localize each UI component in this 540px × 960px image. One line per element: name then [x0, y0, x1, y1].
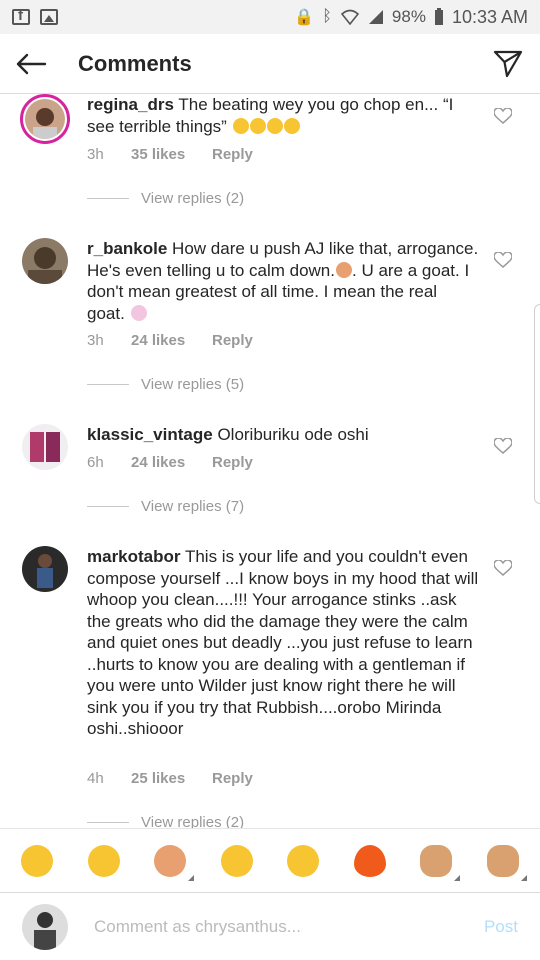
like-heart-icon[interactable]	[494, 438, 512, 454]
unicorn-emoji	[130, 304, 147, 321]
view-replies-button[interactable]: View replies (2)	[87, 190, 244, 207]
avatar-image	[22, 903, 68, 950]
comment-time: 3h	[87, 332, 104, 349]
rofl-emoji-button[interactable]	[17, 841, 57, 881]
comment-likes[interactable]: 25 likes	[131, 770, 212, 787]
reply-button[interactable]: Reply	[212, 454, 253, 471]
joy-emoji	[249, 117, 266, 134]
grinning-sweat-emoji	[232, 117, 249, 134]
comment-meta: 6h 24 likes Reply	[87, 454, 253, 471]
view-replies-label: View replies (2)	[141, 814, 245, 828]
pointing-hand-emoji-button[interactable]	[416, 841, 461, 881]
comment-username[interactable]: klassic_vintage	[87, 425, 213, 444]
view-replies-label: View replies (2)	[141, 190, 245, 207]
avatar-image	[22, 238, 68, 284]
back-arrow-icon	[16, 53, 47, 74]
bluetooth-icon: ᛒ	[322, 8, 332, 25]
battery-icon	[434, 8, 443, 25]
person-raising-hands-emoji	[154, 844, 187, 877]
view-replies-label: View replies (7)	[141, 498, 245, 515]
battery-level: 98%	[391, 7, 426, 26]
comment-meta: 3h 35 likes Reply	[87, 146, 253, 163]
woman-gesturing-emoji	[336, 261, 352, 278]
eye-roll-emoji-button[interactable]	[283, 841, 323, 881]
divider	[87, 384, 129, 385]
fire-emoji	[353, 844, 386, 877]
comment-time: 6h	[87, 454, 104, 471]
joy-emoji	[283, 117, 300, 134]
comment-composer: Post	[0, 892, 540, 960]
ok-hand-emoji-button[interactable]	[483, 841, 527, 881]
wifi-icon	[340, 9, 360, 25]
signal-icon	[368, 10, 383, 24]
page-title: Comments	[78, 50, 192, 76]
user-avatar	[22, 903, 68, 950]
lock-icon: 🔒	[294, 9, 315, 26]
divider	[87, 198, 129, 199]
like-heart-icon[interactable]	[494, 560, 512, 576]
comment-text: Oloriburiku ode oshi	[217, 425, 369, 444]
comment-meta: 4h 25 likes Reply	[87, 770, 253, 787]
comment-likes[interactable]: 35 likes	[131, 146, 212, 163]
ok-hand-emoji	[486, 844, 519, 877]
comments-header: Comments	[0, 34, 540, 94]
pointing-hand-emoji	[420, 844, 453, 877]
comment-time: 4h	[87, 770, 104, 787]
comment-input[interactable]	[94, 908, 454, 945]
grinning-emoji-button[interactable]	[217, 841, 257, 881]
like-heart-icon[interactable]	[494, 108, 512, 124]
status-time: 10:33 AM	[451, 6, 528, 27]
avatar-image	[22, 546, 68, 592]
fire-emoji-button[interactable]	[350, 841, 390, 881]
divider	[87, 506, 129, 507]
status-bar: 🔒 ᛒ 98% 10:33 AM	[0, 0, 540, 34]
avatar[interactable]	[22, 238, 68, 284]
comment-username[interactable]: r_bankole	[87, 239, 167, 258]
comment-username[interactable]: markotabor	[87, 547, 181, 566]
comment-username[interactable]: regina_drs	[87, 95, 174, 114]
scrollbar[interactable]	[534, 304, 540, 504]
facebook-icon	[12, 7, 30, 25]
avatar[interactable]	[22, 424, 68, 470]
joy-emoji	[266, 117, 283, 134]
rofl-emoji	[21, 844, 54, 877]
comment-text: This is your life and you couldn't even …	[87, 547, 479, 738]
share-button[interactable]	[476, 34, 540, 94]
avatar[interactable]	[22, 546, 68, 592]
divider	[87, 822, 129, 823]
view-replies-button[interactable]: View replies (5)	[87, 376, 244, 393]
grinning-emoji	[220, 844, 253, 877]
avatar[interactable]	[20, 94, 70, 144]
emoji-quick-bar	[0, 828, 540, 892]
person-raising-hands-emoji-button[interactable]	[150, 841, 195, 881]
reply-button[interactable]: Reply	[212, 146, 253, 163]
eye-roll-emoji	[287, 844, 320, 877]
comment-time: 3h	[87, 146, 104, 163]
joy-emoji-button[interactable]	[84, 841, 124, 881]
view-replies-label: View replies (5)	[141, 376, 245, 393]
direct-send-icon	[493, 50, 523, 77]
joy-emoji	[87, 844, 120, 877]
back-button[interactable]	[0, 34, 62, 94]
comments-list[interactable]: regina_drs The beating wey you go chop e…	[0, 94, 540, 828]
view-replies-button[interactable]: View replies (7)	[87, 498, 244, 515]
avatar-image	[22, 424, 68, 470]
reply-button[interactable]: Reply	[212, 332, 253, 349]
comment-likes[interactable]: 24 likes	[131, 454, 212, 471]
post-button[interactable]: Post	[484, 917, 518, 937]
avatar-image	[25, 99, 65, 139]
like-heart-icon[interactable]	[494, 252, 512, 268]
comment-likes[interactable]: 24 likes	[131, 332, 212, 349]
comment-meta: 3h 24 likes Reply	[87, 332, 253, 349]
view-replies-button[interactable]: View replies (2)	[87, 814, 244, 828]
gallery-icon	[40, 9, 58, 25]
reply-button[interactable]: Reply	[212, 770, 253, 787]
